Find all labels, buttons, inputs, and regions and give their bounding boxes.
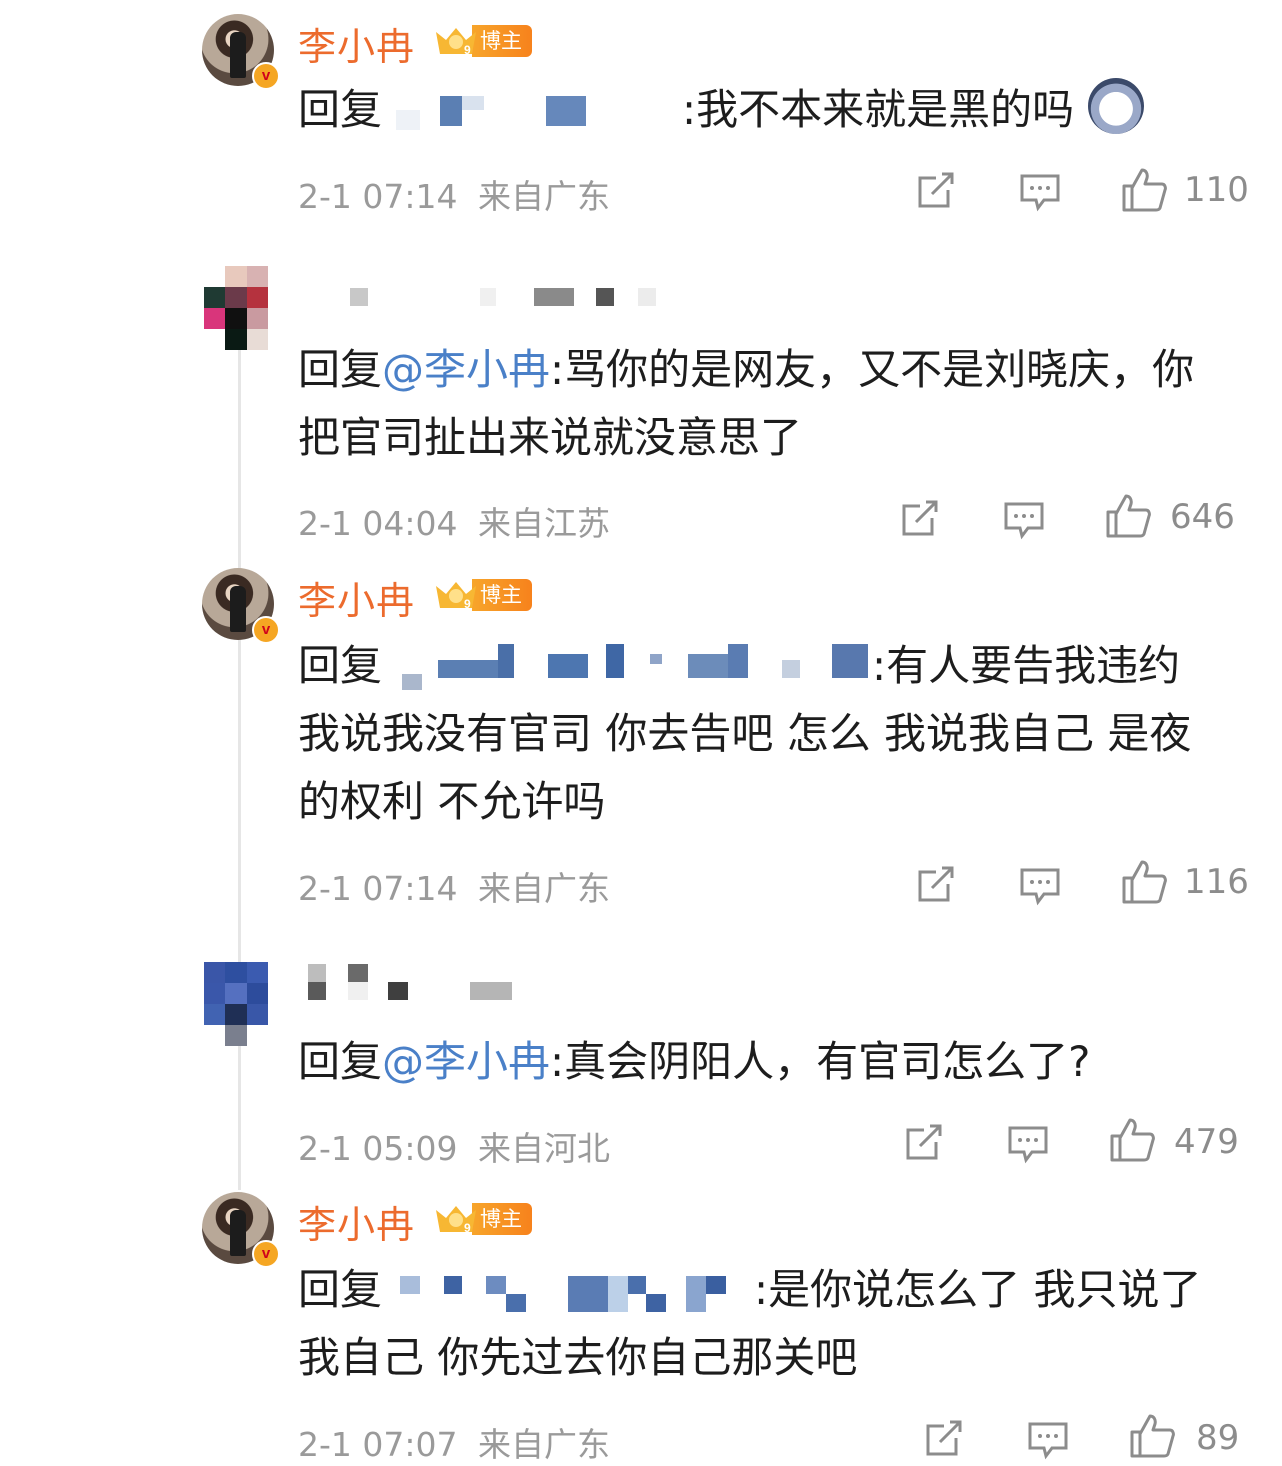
author-name[interactable]: 李小冉 — [298, 1194, 415, 1249]
share-icon[interactable] — [902, 1120, 946, 1164]
like-count: 110 — [1184, 170, 1249, 210]
crown-level: 9 — [464, 597, 471, 611]
comment-text: 回复 :是你说怎么了 我只说了我自己 你先过去你自己那关吧 — [298, 1256, 1228, 1392]
comment-icon[interactable] — [1018, 168, 1062, 212]
comment-location: 来自江苏 — [478, 504, 610, 543]
blogger-badge: 9 博主 — [434, 24, 546, 58]
reply-prefix: 回复 — [298, 345, 383, 394]
comment-icon[interactable] — [1006, 1120, 1050, 1164]
comment-icon[interactable] — [1026, 1416, 1070, 1460]
comment-icon[interactable] — [1002, 496, 1046, 540]
like-icon[interactable] — [1108, 1116, 1156, 1164]
comment-time: 2-1 07:14 — [298, 869, 458, 908]
comment-location: 来自广东 — [478, 177, 610, 216]
author-name[interactable]: 李小冉 — [298, 16, 415, 71]
blurred-username[interactable] — [382, 88, 682, 138]
comment-time: 2-1 05:09 — [298, 1129, 458, 1168]
crown-level: 9 — [464, 43, 471, 57]
comment-meta: 2-1 07:14 来自广东 — [298, 170, 610, 218]
crown-level: 9 — [464, 1221, 471, 1235]
verified-icon: v — [252, 62, 280, 90]
blurred-username[interactable] — [382, 643, 872, 694]
comment-text: 回复 :有人要告我违约 我说我没有官司 你去告吧 怎么 我说我自己 是夜的权利 … — [298, 632, 1228, 836]
badge-label: 博主 — [472, 25, 532, 57]
author-name[interactable]: 李小冉 — [298, 570, 415, 625]
comment-text: 回复 :我不本来就是黑的吗 — [298, 76, 1228, 144]
comment-meta: 2-1 05:09 来自河北 — [298, 1122, 610, 1170]
badge-label: 博主 — [472, 579, 532, 611]
comment-location: 来自广东 — [478, 1425, 610, 1464]
crown-icon: 9 — [434, 24, 478, 58]
blurred-author-name[interactable] — [290, 280, 710, 320]
reply-prefix: 回复 — [298, 1037, 383, 1086]
blurred-username[interactable] — [382, 1268, 754, 1318]
comment-meta: 2-1 04:04 来自江苏 — [298, 497, 610, 545]
comment-time: 2-1 04:04 — [298, 504, 458, 543]
husky-emoji-icon — [1088, 78, 1145, 134]
share-icon[interactable] — [914, 168, 958, 212]
crown-icon: 9 — [434, 578, 478, 612]
blogger-badge: 9 博主 — [434, 1202, 546, 1236]
share-icon[interactable] — [922, 1416, 966, 1460]
reply-prefix: 回复 — [298, 641, 383, 690]
like-icon[interactable] — [1120, 166, 1168, 214]
thread-line — [238, 290, 241, 1190]
mention-link[interactable]: @李小冉 — [382, 1037, 550, 1086]
like-count: 646 — [1170, 497, 1235, 537]
comment-time: 2-1 07:07 — [298, 1425, 458, 1464]
comment-location: 来自广东 — [478, 869, 610, 908]
comment-location: 来自河北 — [478, 1129, 610, 1168]
crown-icon: 9 — [434, 1202, 478, 1236]
comment-icon[interactable] — [1018, 862, 1062, 906]
comment-time: 2-1 07:14 — [298, 177, 458, 216]
reply-text: :真会阴阳人，有官司怎么了? — [550, 1037, 1091, 1086]
comment-meta: 2-1 07:14 来自广东 — [298, 862, 610, 910]
badge-label: 博主 — [472, 1203, 532, 1235]
like-icon[interactable] — [1128, 1412, 1176, 1460]
reply-text: :我不本来就是黑的吗 — [682, 85, 1075, 134]
like-count: 479 — [1174, 1122, 1239, 1162]
comment-text: 回复@李小冉:真会阴阳人，有官司怎么了? — [298, 1028, 1228, 1096]
avatar[interactable] — [204, 266, 268, 350]
avatar[interactable] — [204, 962, 268, 1046]
reply-prefix: 回复 — [298, 1265, 383, 1314]
blurred-author-name[interactable] — [290, 960, 710, 1000]
like-icon[interactable] — [1104, 492, 1152, 540]
mention-link[interactable]: @李小冉 — [382, 345, 550, 394]
verified-icon: v — [252, 1240, 280, 1268]
like-count: 89 — [1196, 1418, 1240, 1458]
reply-prefix: 回复 — [298, 85, 383, 134]
comment-meta: 2-1 07:07 来自广东 — [298, 1418, 610, 1466]
comment-text: 回复@李小冉:骂你的是网友，又不是刘晓庆，你把官司扯出来说就没意思了 — [298, 336, 1228, 472]
share-icon[interactable] — [898, 496, 942, 540]
like-icon[interactable] — [1120, 858, 1168, 906]
like-count: 116 — [1184, 862, 1249, 902]
verified-icon: v — [252, 616, 280, 644]
blogger-badge: 9 博主 — [434, 578, 546, 612]
share-icon[interactable] — [914, 862, 958, 906]
